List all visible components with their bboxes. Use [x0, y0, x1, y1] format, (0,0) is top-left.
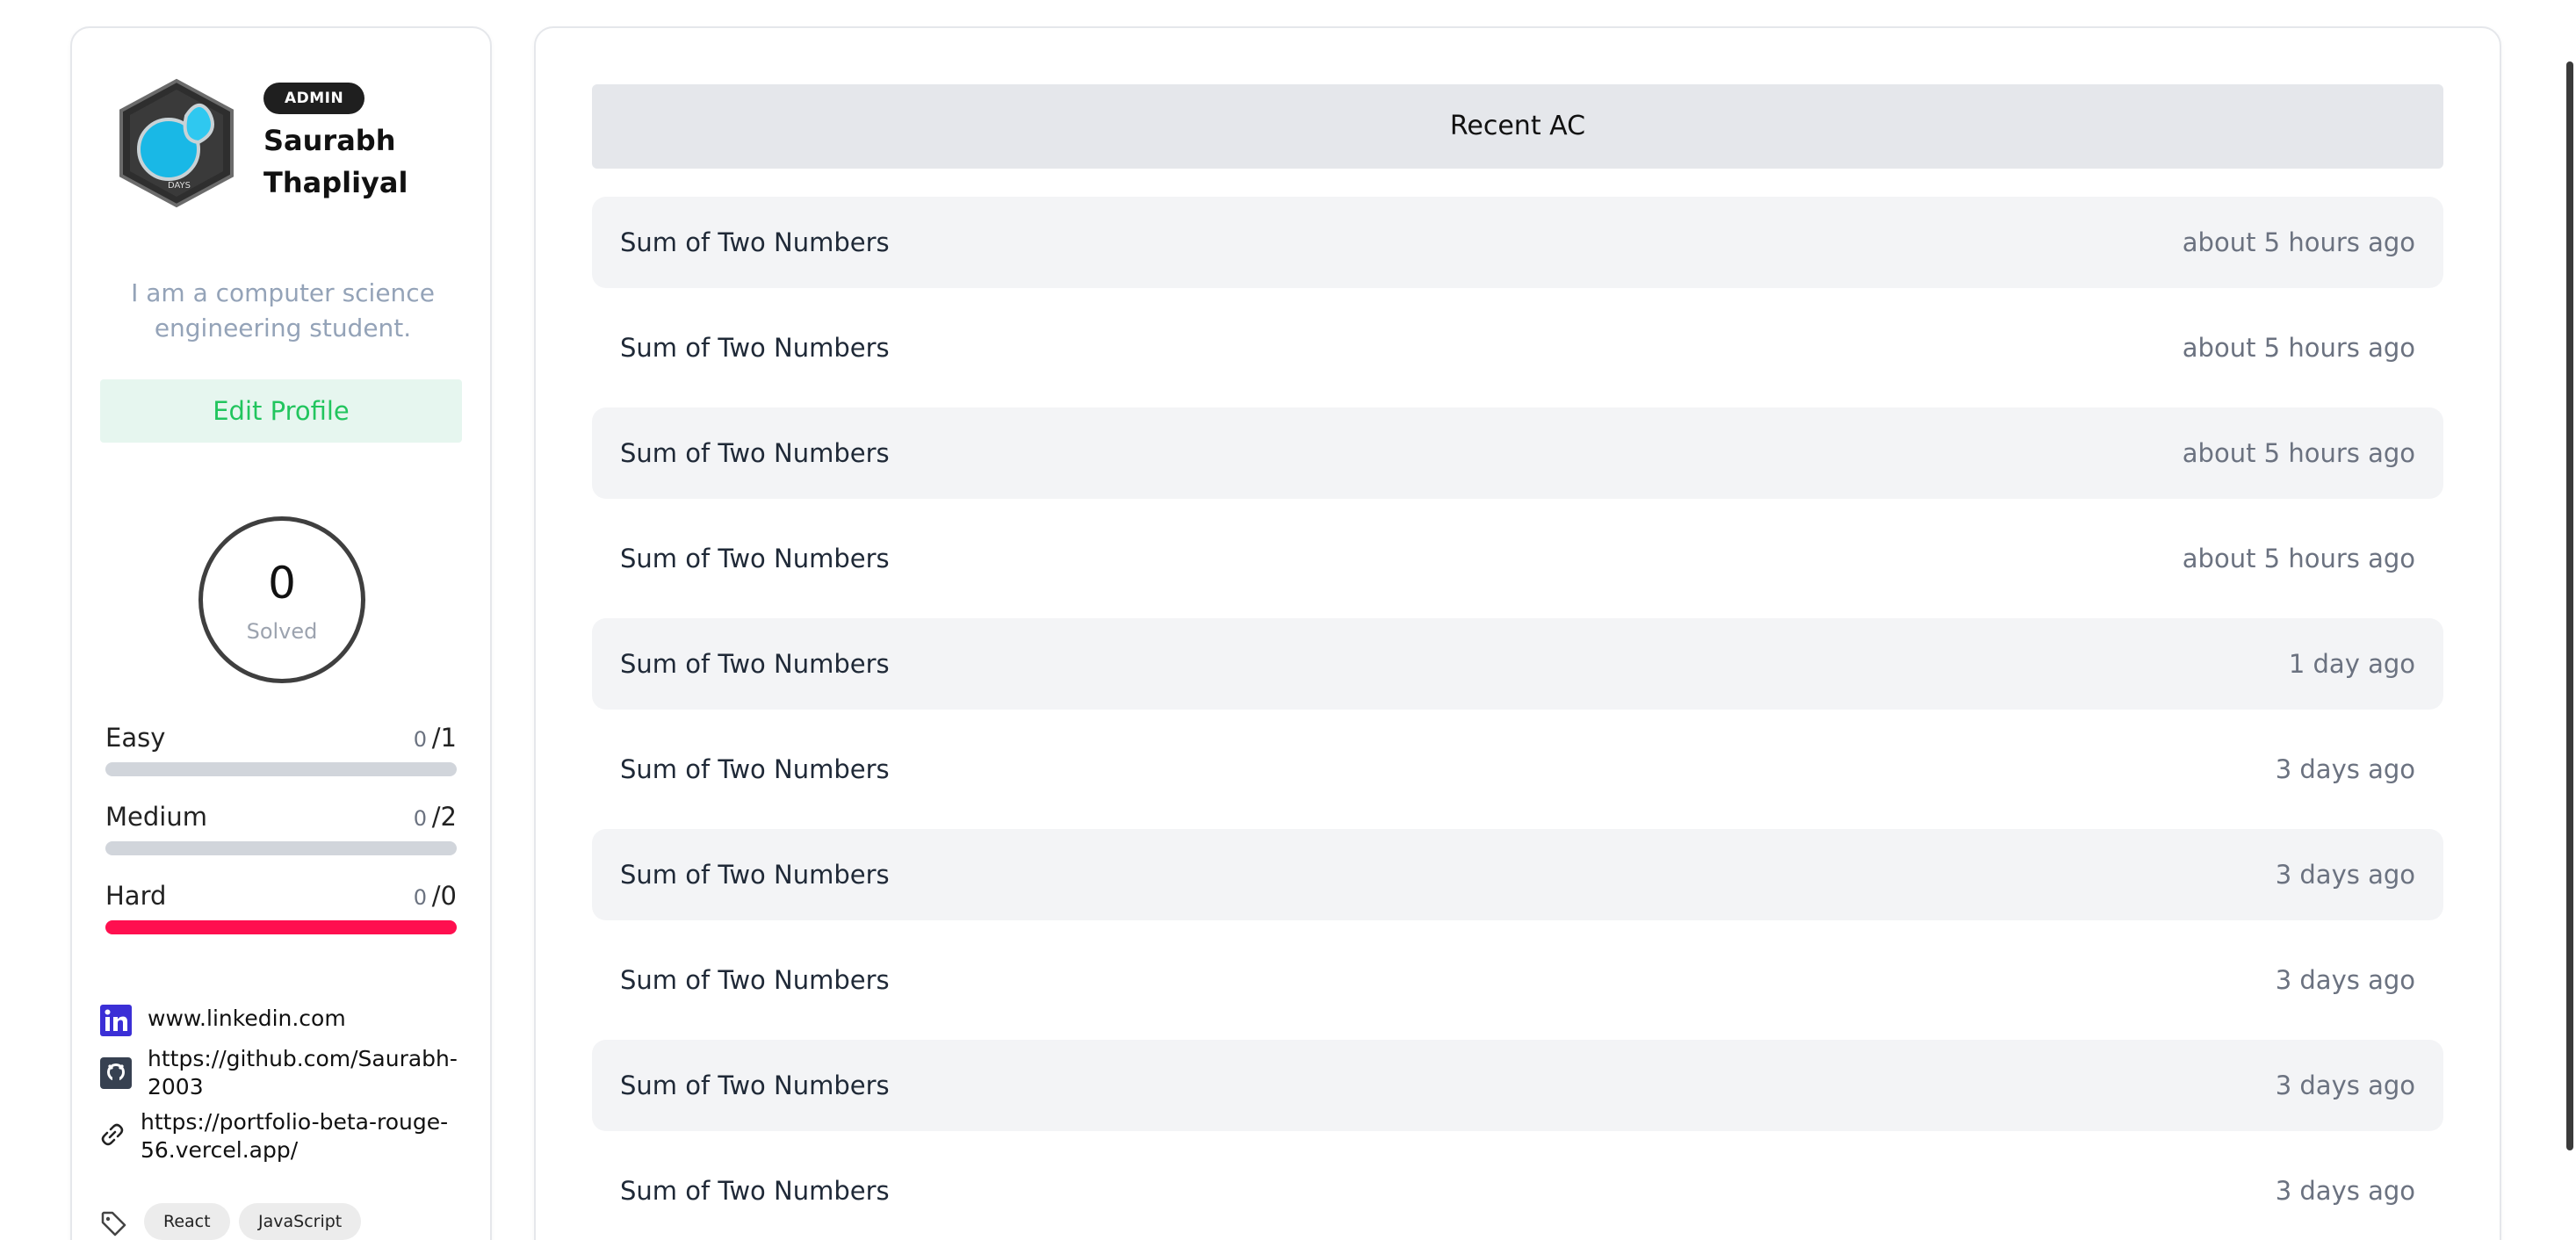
submission-time: 3 days ago: [2275, 1176, 2415, 1206]
solved-count: 0: [268, 558, 296, 609]
submission-row[interactable]: Sum of Two Numbers about 5 hours ago: [592, 513, 2443, 604]
difficulty-hard: Hard 0 /0: [105, 878, 457, 934]
skill-tag: React: [144, 1203, 230, 1240]
difficulty-progress-bar: [105, 841, 457, 855]
difficulty-total: /0: [431, 881, 457, 911]
github-icon: [100, 1057, 132, 1089]
submission-row[interactable]: Sum of Two Numbers 3 days ago: [592, 1145, 2443, 1236]
edit-profile-button[interactable]: Edit Profile: [100, 379, 462, 443]
link-icon: [101, 1123, 124, 1146]
difficulty-solved: 0: [413, 806, 427, 831]
role-badge: ADMIN: [263, 83, 365, 114]
submission-row[interactable]: Sum of Two Numbers 3 days ago: [592, 724, 2443, 815]
skill-tags: React JavaScript: [100, 1203, 469, 1240]
difficulty-total: /2: [431, 802, 457, 832]
problem-title[interactable]: Sum of Two Numbers: [620, 302, 890, 393]
submission-time: 1 day ago: [2288, 649, 2415, 679]
link-text[interactable]: www.linkedin.com: [148, 1005, 464, 1033]
difficulty-label: Medium: [105, 802, 207, 832]
link-text[interactable]: https://github.com/Saurabh-2003: [148, 1045, 464, 1101]
page-scrollbar[interactable]: [2566, 61, 2573, 1150]
problem-title[interactable]: Sum of Two Numbers: [620, 724, 890, 815]
submission-time: about 5 hours ago: [2182, 227, 2415, 257]
user-bio: I am a computer science engineering stud…: [131, 278, 435, 342]
problem-title[interactable]: Sum of Two Numbers: [620, 1145, 890, 1236]
difficulty-label: Hard: [105, 881, 167, 911]
solved-label: Solved: [246, 619, 318, 644]
difficulty-progress-bar: [105, 920, 457, 934]
submission-time: about 5 hours ago: [2182, 544, 2415, 573]
solved-progress-ring: 0 Solved: [198, 516, 365, 683]
recent-ac-title: Recent AC: [592, 84, 2443, 169]
submission-time: about 5 hours ago: [2182, 333, 2415, 363]
submission-row[interactable]: Sum of Two Numbers 3 days ago: [592, 934, 2443, 1026]
difficulty-medium: Medium 0 /2: [105, 799, 457, 855]
submission-time: 3 days ago: [2275, 965, 2415, 995]
submission-row[interactable]: Sum of Two Numbers about 5 hours ago: [592, 197, 2443, 288]
problem-title[interactable]: Sum of Two Numbers: [620, 407, 890, 499]
avatar: DAYS: [119, 78, 234, 208]
svg-text:DAYS: DAYS: [168, 181, 191, 191]
tag-icon: [101, 1211, 126, 1236]
user-name: Saurabh Thapliyal: [263, 124, 408, 199]
submission-row[interactable]: Sum of Two Numbers about 5 hours ago: [592, 302, 2443, 393]
submission-row[interactable]: Sum of Two Numbers 1 day ago: [592, 618, 2443, 710]
problem-title[interactable]: Sum of Two Numbers: [620, 934, 890, 1026]
recent-ac-panel: Recent AC Sum of Two Numbers about 5 hou…: [534, 26, 2501, 1240]
problem-title[interactable]: Sum of Two Numbers: [620, 618, 890, 710]
difficulty-progress-bar: [105, 762, 457, 776]
profile-card: DAYS ADMIN Saurabh Thapliyal I am a comp…: [70, 26, 492, 1240]
submission-time: 3 days ago: [2275, 754, 2415, 784]
difficulty-solved: 0: [413, 727, 427, 752]
difficulty-label: Easy: [105, 723, 166, 753]
submission-row[interactable]: Sum of Two Numbers about 5 hours ago: [592, 407, 2443, 499]
submission-time: 3 days ago: [2275, 1071, 2415, 1100]
difficulty-easy: Easy 0 /1: [105, 720, 457, 776]
linkedin-icon: [100, 1005, 132, 1036]
link-text[interactable]: https://portfolio-beta-rouge-56.vercel.a…: [141, 1108, 457, 1164]
submission-time: 3 days ago: [2275, 860, 2415, 890]
problem-title[interactable]: Sum of Two Numbers: [620, 829, 890, 920]
problem-title[interactable]: Sum of Two Numbers: [620, 197, 890, 288]
difficulty-solved: 0: [413, 885, 427, 910]
problem-title[interactable]: Sum of Two Numbers: [620, 513, 890, 604]
submission-time: about 5 hours ago: [2182, 438, 2415, 468]
skill-tag: JavaScript: [239, 1203, 362, 1240]
problem-title[interactable]: Sum of Two Numbers: [620, 1040, 890, 1131]
submission-row[interactable]: Sum of Two Numbers 3 days ago: [592, 1040, 2443, 1131]
difficulty-total: /1: [431, 723, 457, 753]
submission-row[interactable]: Sum of Two Numbers 3 days ago: [592, 829, 2443, 920]
